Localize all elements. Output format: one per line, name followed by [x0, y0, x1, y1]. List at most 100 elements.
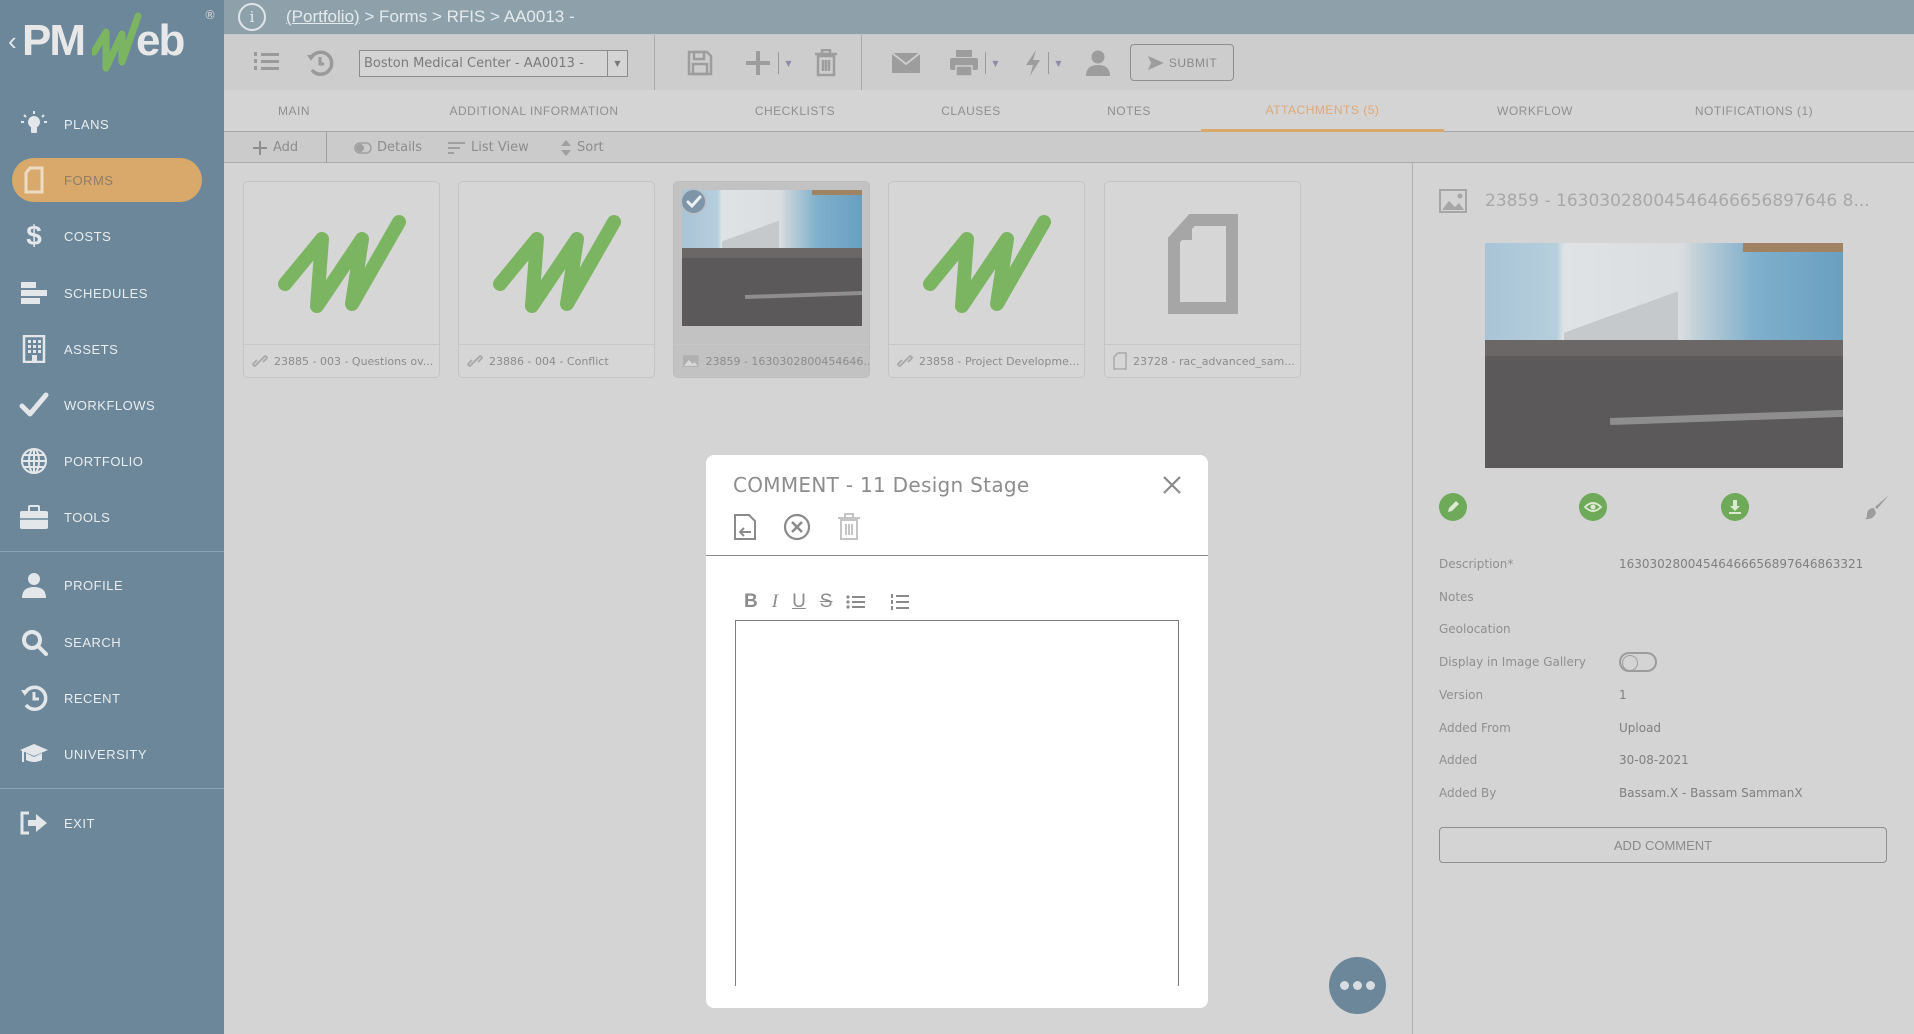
- info-icon[interactable]: i: [238, 3, 266, 31]
- add-label: Add: [273, 140, 299, 155]
- project-select[interactable]: Boston Medical Center - AA0013 - ▼: [359, 50, 628, 77]
- user-assign-icon[interactable]: [1080, 45, 1116, 81]
- submit-label: SUBMIT: [1168, 55, 1218, 70]
- underline-button[interactable]: U: [792, 591, 806, 613]
- attachment-caption: 23885 - 003 - Questions ov...: [244, 344, 439, 377]
- back-chevron-icon[interactable]: ‹: [8, 26, 17, 57]
- attachment-card[interactable]: 23885 - 003 - Questions ov...: [243, 181, 440, 378]
- list-numbered-icon[interactable]: [248, 45, 284, 81]
- sidebar-item-recent[interactable]: RECENT: [12, 676, 202, 720]
- add-menu-button[interactable]: ▼: [738, 45, 798, 81]
- sidebar-item-schedules[interactable]: SCHEDULES: [12, 271, 202, 315]
- attachment-name: 23885 - 003 - Questions ov...: [274, 354, 434, 368]
- sidebar-item-assets[interactable]: ASSETS: [12, 327, 202, 371]
- sidebar-item-exit[interactable]: EXIT: [12, 801, 202, 845]
- field-notes: Notes: [1439, 586, 1899, 608]
- bold-button[interactable]: B: [744, 591, 758, 613]
- sidebar-item-profile[interactable]: PROFILE: [12, 563, 202, 607]
- attachment-name: 23859 - 1630302800454646...: [705, 354, 869, 368]
- print-menu-button[interactable]: ▼: [944, 45, 1004, 81]
- tab-checklists[interactable]: CHECKLISTS: [725, 90, 865, 132]
- user-icon: [14, 571, 54, 599]
- sidebar-item-portfolio[interactable]: PORTFOLIO: [12, 439, 202, 483]
- sidebar-item-forms[interactable]: FORMS: [12, 158, 202, 202]
- pmweb-w-logo-icon: [922, 215, 1051, 313]
- attachment-caption: 23728 - rac_advanced_sam...: [1105, 344, 1300, 377]
- tab-notifications[interactable]: NOTIFICATIONS (1): [1654, 90, 1854, 132]
- more-actions-button[interactable]: [1329, 957, 1386, 1014]
- save-icon[interactable]: [682, 45, 718, 81]
- print-icon: [950, 50, 979, 77]
- attachment-photo: [682, 190, 862, 326]
- history-icon[interactable]: [302, 45, 338, 81]
- download-icon[interactable]: [1721, 493, 1749, 521]
- pmweb-logo[interactable]: ‹ PM eb ®: [6, 8, 216, 72]
- edit-pencil-icon[interactable]: [1439, 493, 1467, 521]
- attachment-card[interactable]: 23858 - Project Developme...: [888, 181, 1085, 378]
- email-icon[interactable]: [888, 45, 924, 81]
- field-label: Display in Image Gallery: [1439, 655, 1586, 669]
- sidebar-item-search[interactable]: SEARCH: [12, 620, 202, 664]
- close-icon[interactable]: [1160, 473, 1184, 497]
- logo-w-icon: [92, 12, 142, 72]
- modal-title: COMMENT - 11 Design Stage: [733, 473, 1030, 497]
- delete-comment-icon[interactable]: [837, 513, 861, 545]
- selected-check-icon[interactable]: [680, 188, 707, 215]
- italic-button[interactable]: I: [772, 591, 778, 613]
- sidebar: ‹ PM eb ® PLANS FORMS $ COSTS SCHEDULES …: [0, 0, 224, 1034]
- toolbar-separator: [861, 35, 862, 91]
- field-label: Version: [1439, 688, 1484, 702]
- list-view-button[interactable]: List View: [448, 132, 529, 163]
- sidebar-item-university[interactable]: UNIVERSITY: [12, 732, 202, 776]
- submit-button[interactable]: SUBMIT: [1130, 44, 1234, 81]
- sidebar-item-label: SEARCH: [64, 634, 122, 650]
- sidebar-item-tools[interactable]: TOOLS: [12, 495, 202, 539]
- field-label: Description*: [1439, 557, 1514, 571]
- breadcrumb-portfolio-link[interactable]: (Portfolio): [286, 7, 360, 26]
- sidebar-item-plans[interactable]: PLANS: [12, 102, 202, 146]
- add-comment-button[interactable]: ADD COMMENT: [1439, 827, 1887, 863]
- attachment-card[interactable]: 23886 - 004 - Conflict: [458, 181, 655, 378]
- attachments-actionbar: Add Details List View Sort: [224, 132, 1412, 163]
- view-eye-icon[interactable]: [1579, 493, 1607, 521]
- delete-icon[interactable]: [808, 45, 844, 81]
- sort-button[interactable]: Sort: [560, 132, 604, 163]
- tab-notes[interactable]: NOTES: [1069, 90, 1189, 132]
- sidebar-item-label: PLANS: [64, 116, 110, 132]
- tab-additional-information[interactable]: ADDITIONAL INFORMATION: [404, 90, 664, 132]
- attachment-name: 23886 - 004 - Conflict: [489, 354, 609, 368]
- tab-main[interactable]: MAIN: [244, 90, 344, 132]
- field-value[interactable]: 16303028004546466656897646863321: [1619, 557, 1863, 571]
- actions-menu-button[interactable]: ▼: [1016, 45, 1070, 81]
- display-in-gallery-toggle[interactable]: [1619, 652, 1657, 672]
- field-label: Added: [1439, 753, 1478, 767]
- numbered-list-button[interactable]: [890, 593, 910, 611]
- comment-editor[interactable]: [735, 620, 1179, 986]
- attachment-thumbnail: [244, 182, 439, 346]
- detail-actions: [1439, 493, 1891, 523]
- cancel-circle-icon[interactable]: [783, 513, 811, 545]
- add-button[interactable]: Add: [252, 132, 298, 163]
- markup-brush-icon[interactable]: [1863, 493, 1891, 521]
- sort-label: Sort: [577, 140, 604, 155]
- attachment-card[interactable]: 23728 - rac_advanced_sam...: [1104, 181, 1301, 378]
- attachment-card-selected[interactable]: 23859 - 1630302800454646...: [673, 181, 870, 378]
- sidebar-item-costs[interactable]: $ COSTS: [12, 214, 202, 258]
- field-added-by: Added By Bassam.X - Bassam SammanX: [1439, 782, 1899, 804]
- lightning-icon: [1026, 50, 1041, 76]
- bullet-list-button[interactable]: [846, 594, 866, 610]
- tab-attachments[interactable]: ATTACHMENTS (5): [1201, 90, 1444, 132]
- strikethrough-button[interactable]: S: [820, 591, 833, 613]
- details-toggle[interactable]: Details: [354, 132, 422, 163]
- tab-clauses[interactable]: CLAUSES: [901, 90, 1041, 132]
- link-icon: [467, 355, 483, 367]
- gantt-icon: [14, 281, 54, 305]
- chevron-down-icon[interactable]: ▼: [607, 51, 627, 76]
- sidebar-item-label: EXIT: [64, 815, 95, 831]
- detail-photo-preview[interactable]: [1485, 243, 1843, 468]
- breadcrumb: (Portfolio) > Forms > RFIS > AA0013 -: [286, 7, 575, 27]
- plus-icon: [746, 51, 771, 75]
- save-comment-icon[interactable]: [733, 513, 757, 545]
- tab-workflow[interactable]: WORKFLOW: [1470, 90, 1600, 132]
- sidebar-item-workflows[interactable]: WORKFLOWS: [12, 383, 202, 427]
